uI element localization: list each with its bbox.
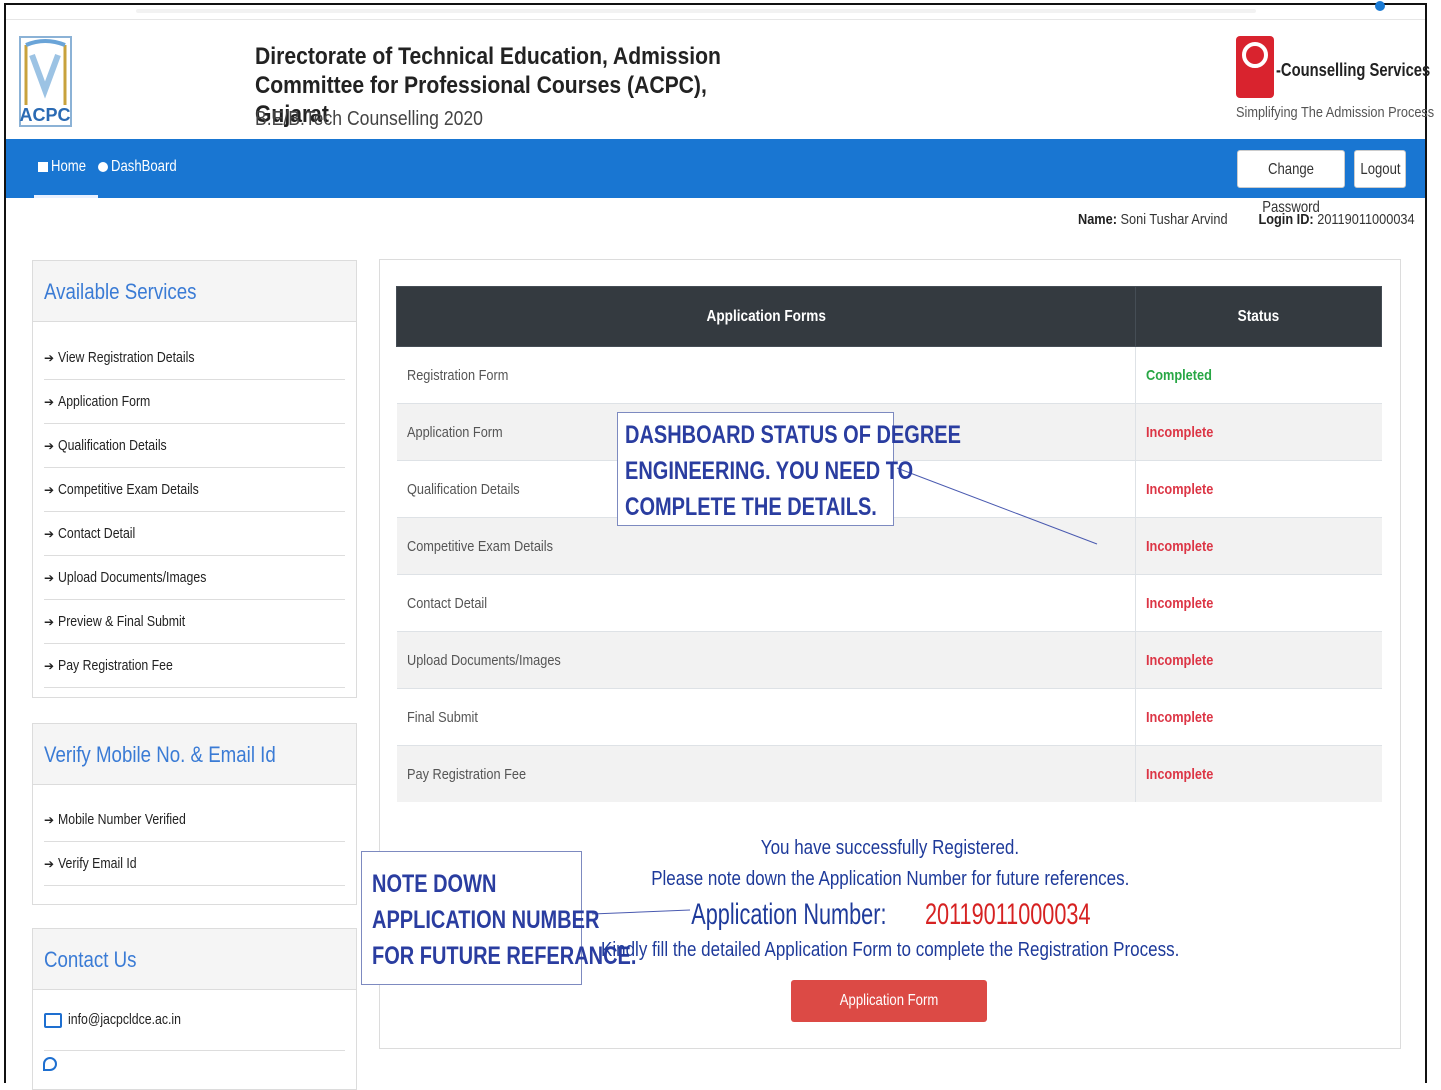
dashboard-status-annotation: DASHBOARD STATUS OF DEGREE ENGINEERING. … [617, 412, 961, 526]
application-number-value: 20119011000034 [925, 898, 1092, 931]
success-message: You have successfully Registered. [760, 837, 1020, 859]
application-form-button[interactable]: Application Form [791, 980, 987, 1022]
note-message: Please note down the Application Number … [650, 868, 1130, 890]
fill-form-message: Kindly fill the detailed Application For… [600, 939, 1180, 961]
application-number: Application Number: 20119011000034 [500, 898, 1280, 932]
application-number-label: Application Number: [691, 898, 887, 931]
